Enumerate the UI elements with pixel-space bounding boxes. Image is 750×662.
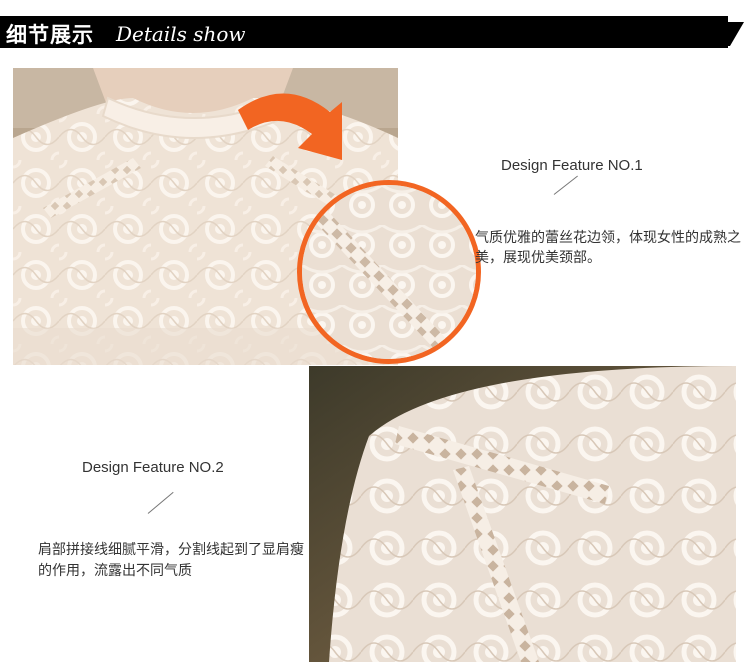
- feature-2-title: Design Feature NO.2: [82, 459, 224, 476]
- zoom-circle: [297, 180, 481, 364]
- section-header: 细节展示 Details show: [0, 0, 750, 62]
- feature-1-title: Design Feature NO.1: [501, 157, 643, 174]
- header-bar: [0, 16, 728, 48]
- feature-1-divider: [553, 175, 578, 195]
- feature-2-description: 肩部拼接线细腻平滑，分割线起到了显肩瘦的作用，流露出不同气质: [38, 542, 304, 579]
- curved-arrow-icon: [238, 93, 342, 160]
- feature-1-description: 气质优雅的蕾丝花边领，体现女性的成熟之美，展现优美颈部。: [475, 230, 741, 266]
- feature-2-divider: [147, 491, 174, 514]
- header-title-en: Details show: [116, 22, 246, 46]
- header-title-cn: 细节展示: [6, 23, 94, 47]
- shoulder-detail-photo: [309, 366, 736, 662]
- triangle-tail-icon: [724, 22, 744, 46]
